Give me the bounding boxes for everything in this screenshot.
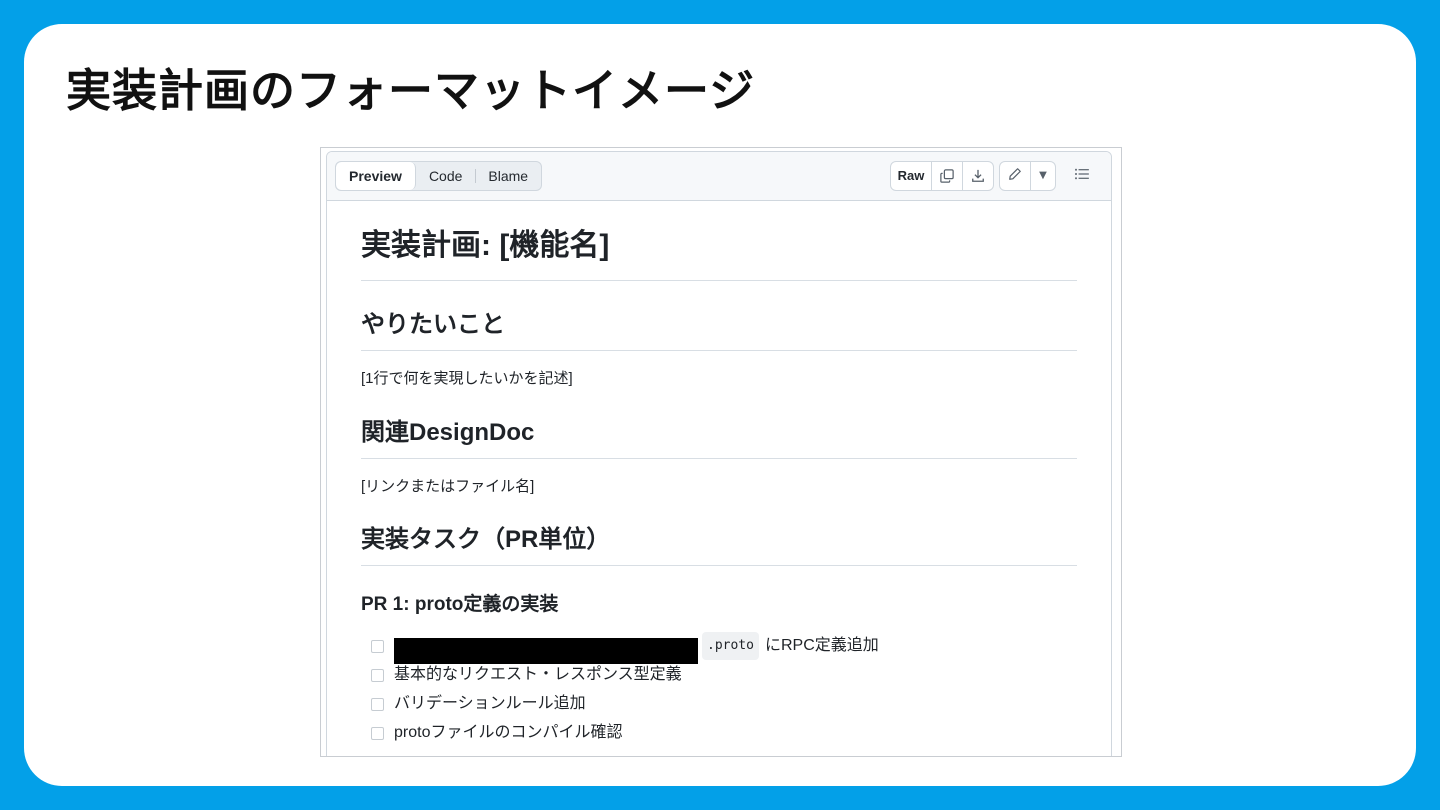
task-text: バリデーションルール追加: [394, 695, 586, 712]
slide-title: 実装計画のフォーマットイメージ: [66, 64, 756, 117]
task-item: バリデーションルール追加: [371, 692, 586, 716]
copy-button[interactable]: [932, 162, 963, 190]
tab-preview[interactable]: Preview: [336, 162, 416, 190]
heading-pr1: PR 1: proto定義の実装: [361, 594, 559, 615]
download-button[interactable]: [963, 162, 993, 190]
raw-copy-download-group: Raw: [890, 161, 994, 191]
list-icon: [1075, 168, 1089, 180]
task-checkbox[interactable]: [371, 697, 384, 711]
view-mode-segmented-control: Preview Code Blame: [335, 161, 543, 191]
slide-card: 実装計画のフォーマットイメージ Preview Code Blame Raw ▼…: [24, 24, 1416, 786]
download-icon: [972, 169, 984, 182]
redacted-block: [394, 638, 698, 664]
task-text: にRPC定義追加: [764, 637, 879, 654]
task-item: 基本的なリクエスト・レスポンス型定義: [371, 663, 682, 687]
task-item: protoファイルのコンパイル確認: [371, 721, 622, 745]
edit-options-dropdown[interactable]: ▼: [1031, 162, 1055, 190]
pencil-icon: [1009, 168, 1021, 180]
task-item: .proto にRPC定義追加: [371, 632, 879, 664]
file-toolbar: Preview Code Blame Raw ▼: [327, 152, 1111, 201]
tab-code[interactable]: Code: [416, 162, 475, 190]
task-text: protoファイルのコンパイル確認: [394, 724, 623, 741]
yaritaikoto-body: [1行で何を実現したいかを記述]: [361, 370, 573, 387]
outline-button[interactable]: [1067, 161, 1097, 189]
doc-title: 実装計画: [機能名]: [361, 226, 1077, 281]
tab-blame[interactable]: Blame: [475, 162, 541, 190]
task-text: 基本的なリクエスト・レスポンス型定義: [394, 666, 682, 683]
copy-icon: [940, 169, 954, 183]
task-checkbox[interactable]: [371, 668, 384, 682]
heading-yaritaikoto: やりたいこと: [361, 310, 1077, 351]
designdoc-body: [リンクまたはファイル名]: [361, 478, 535, 495]
heading-impl-tasks: 実装タスク（PR単位）: [361, 525, 1077, 566]
task-checkbox[interactable]: [371, 639, 384, 653]
github-file-screenshot: Preview Code Blame Raw ▼ 実装計画: [機能名] やりた…: [320, 147, 1122, 757]
edit-file-button[interactable]: [1000, 162, 1031, 190]
file-viewer: Preview Code Blame Raw ▼ 実装計画: [機能名] やりた…: [326, 151, 1112, 756]
heading-related-designdoc: 関連DesignDoc: [361, 418, 1077, 459]
edit-button-group: ▼: [999, 161, 1056, 191]
raw-button[interactable]: Raw: [891, 162, 932, 190]
task-checkbox[interactable]: [371, 726, 384, 740]
inline-code: .proto: [702, 632, 759, 660]
caret-down-icon: ▼: [1039, 170, 1047, 181]
